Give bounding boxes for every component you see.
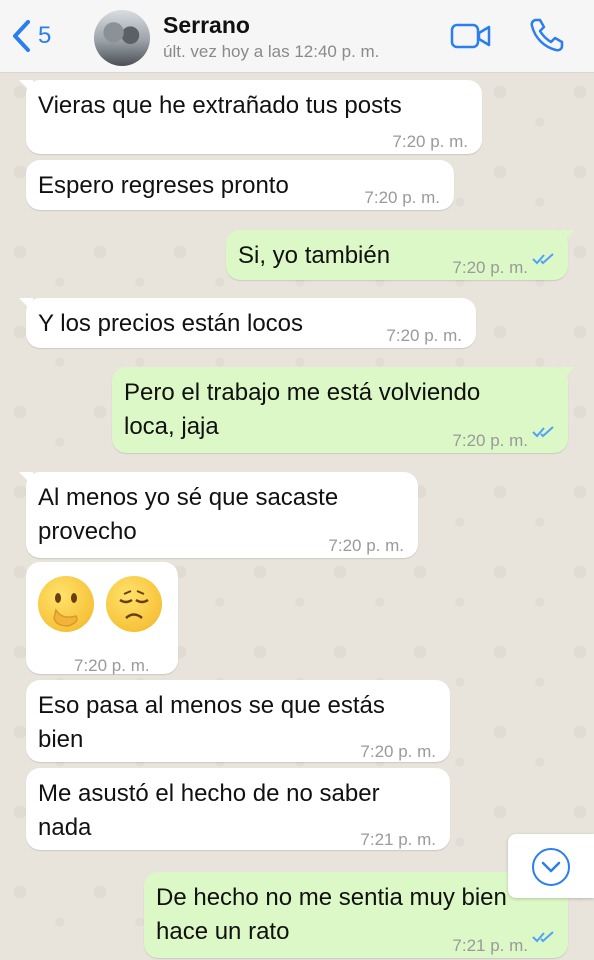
double-check-icon [532,931,554,943]
message-bubble-outgoing[interactable]: De hecho no me sentia muy bien hace un r… [144,872,568,958]
voice-call-button[interactable] [528,16,566,59]
disappointed-face-icon [106,576,162,632]
chat-header: 5 Serrano últ. vez hoy a las 12:40 p. m. [0,0,594,73]
message-text-line: De hecho no me sentia muy bien [156,884,507,911]
message-bubble-incoming[interactable]: Me asustó el hecho de no saber nada 7:21… [26,768,450,850]
message-text: Vieras que he extrañado tus posts [38,92,402,119]
video-call-button[interactable] [450,22,492,55]
message-bubble-outgoing[interactable]: Si, yo también 7:20 p. m. [226,230,575,280]
message-text: Si, yo también [238,242,391,269]
message-bubble-incoming[interactable]: Vieras que he extrañado tus posts 7:20 p… [19,80,482,154]
message-text-line: provecho [38,518,137,545]
phone-icon [530,18,564,52]
bubble-tail [19,298,33,312]
last-seen-status: últ. vez hoy a las 12:40 p. m. [163,42,380,61]
message-time: 7:21 p. m. [452,936,528,955]
double-check-icon [532,253,554,265]
message-text-line: Al menos yo sé que sacaste [38,484,339,511]
message-bubble-incoming[interactable]: Y los precios están locos 7:20 p. m. [19,298,476,348]
message-text-line: bien [38,726,84,753]
message-text: Y los precios están locos [38,310,304,337]
message-time: 7:21 p. m. [360,830,436,849]
face-with-hand-over-mouth-icon [38,576,94,632]
message-text-line: nada [38,814,92,841]
message-text-line: loca, jaja [124,413,219,440]
video-camera-icon [450,23,491,49]
bubble-tail [19,472,33,486]
avatar[interactable] [94,10,150,66]
bubble-tail [561,367,575,381]
chevron-left-icon [13,20,30,52]
message-time: 7:20 p. m. [364,188,440,207]
chevron-down-icon [532,848,570,886]
scroll-to-bottom-button[interactable] [508,834,594,898]
message-text-line: hace un rato [156,918,290,945]
message-time: 7:20 p. m. [360,742,436,761]
message-time: 7:20 p. m. [452,258,528,277]
double-check-icon [532,426,554,438]
bubble-tail [19,80,33,94]
message-time: 7:20 p. m. [386,326,462,345]
message-bubble-incoming[interactable]: Eso pasa al menos se que estás bien 7:20… [26,680,450,762]
message-text-line: Eso pasa al menos se que estás [38,692,385,719]
message-bubble-incoming[interactable]: Espero regreses pronto 7:20 p. m. [26,160,454,210]
message-text-line: Pero el trabajo me está volviendo [124,379,481,406]
contact-name[interactable]: Serrano [163,12,250,39]
message-time: 7:20 p. m. [392,132,468,151]
back-button[interactable]: 5 [10,18,51,54]
message-time: 7:20 p. m. [74,656,150,675]
message-time: 7:20 p. m. [328,536,404,555]
message-text-line: Me asustó el hecho de no saber [38,780,380,807]
message-text: Espero regreses pronto [38,172,289,199]
message-time: 7:20 p. m. [452,431,528,450]
bubble-tail [561,230,575,244]
unread-count: 5 [38,22,52,49]
message-bubble-outgoing[interactable]: Pero el trabajo me está volviendo loca, … [112,367,575,453]
message-bubble-incoming[interactable]: 7:20 p. m. [26,562,178,675]
message-bubble-incoming[interactable]: Al menos yo sé que sacaste provecho 7:20… [19,472,418,558]
